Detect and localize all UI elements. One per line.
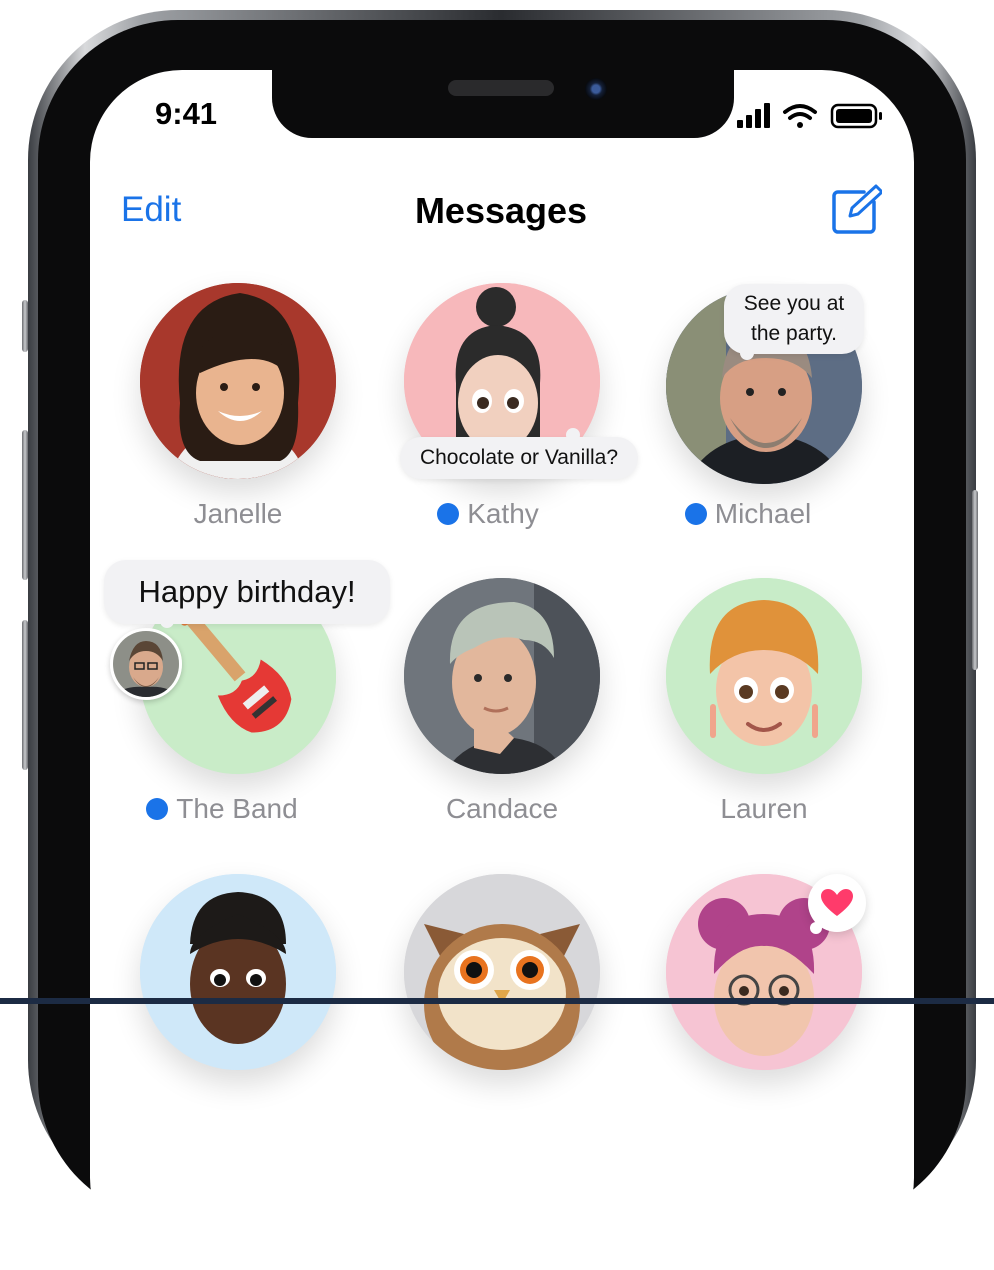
bubble-tail [160,614,174,628]
message-preview-bubble[interactable]: See you at the party. [724,284,864,354]
wifi-icon [783,104,817,128]
compose-icon[interactable] [830,184,882,236]
pinned-avatar-janelle[interactable] [140,283,336,479]
unread-indicator [684,503,707,525]
volume-down-button [22,620,28,770]
mute-switch [22,300,28,352]
contact-label: Lauren [720,793,808,824]
pinned-name-the-band: The Band [92,793,352,825]
message-preview-text: Happy birthday! [138,574,356,609]
message-preview-text: See you at [743,292,845,315]
bubble-tail [740,346,754,360]
pinned-avatar-lauren[interactable] [666,578,862,774]
pinned-avatar-row3-1[interactable] [140,874,336,1070]
status-icons [737,103,882,129]
pinned-name-candace: Candace [372,793,632,825]
contact-label: Michael [714,498,812,529]
front-camera [585,78,607,100]
side-button [972,490,978,670]
photo-portrait-icon [404,578,600,774]
pinned-name-lauren: Lauren [634,793,894,825]
pinned-name-janelle: Janelle [108,498,368,530]
bubble-tail [810,922,822,934]
message-preview-text: the party. [751,322,837,345]
photo-portrait-icon [140,283,336,479]
pinned-avatar-candace[interactable] [404,578,600,774]
message-preview-text: Chocolate or Vanilla? [419,446,619,469]
cellular-signal-icon [737,103,770,128]
contact-label: Janelle [193,498,283,529]
volume-up-button [22,430,28,580]
bottom-strip [0,998,994,1004]
status-time: 9:41 [155,96,218,131]
speaker [448,80,554,96]
memoji-icon [140,874,336,1070]
pinned-name-kathy: Kathy [358,498,618,530]
battery-icon [830,103,882,129]
pinned-avatar-row3-2[interactable] [404,874,600,1070]
pinned-name-michael: Michael [618,498,878,530]
message-preview-bubble[interactable]: Chocolate or Vanilla? [400,437,638,479]
unread-indicator [146,798,169,820]
memoji-icon [666,578,862,774]
photo-portrait-icon [113,631,179,697]
bubble-tail [566,428,580,442]
contact-label: Candace [445,793,559,824]
message-preview-bubble[interactable]: Happy birthday! [104,560,390,624]
sender-avatar [110,628,182,700]
heart-icon [821,889,853,916]
contact-label: The Band [176,793,298,824]
unread-indicator [437,503,460,525]
contact-label: Kathy [467,498,539,529]
owl-memoji-icon [404,874,600,1070]
